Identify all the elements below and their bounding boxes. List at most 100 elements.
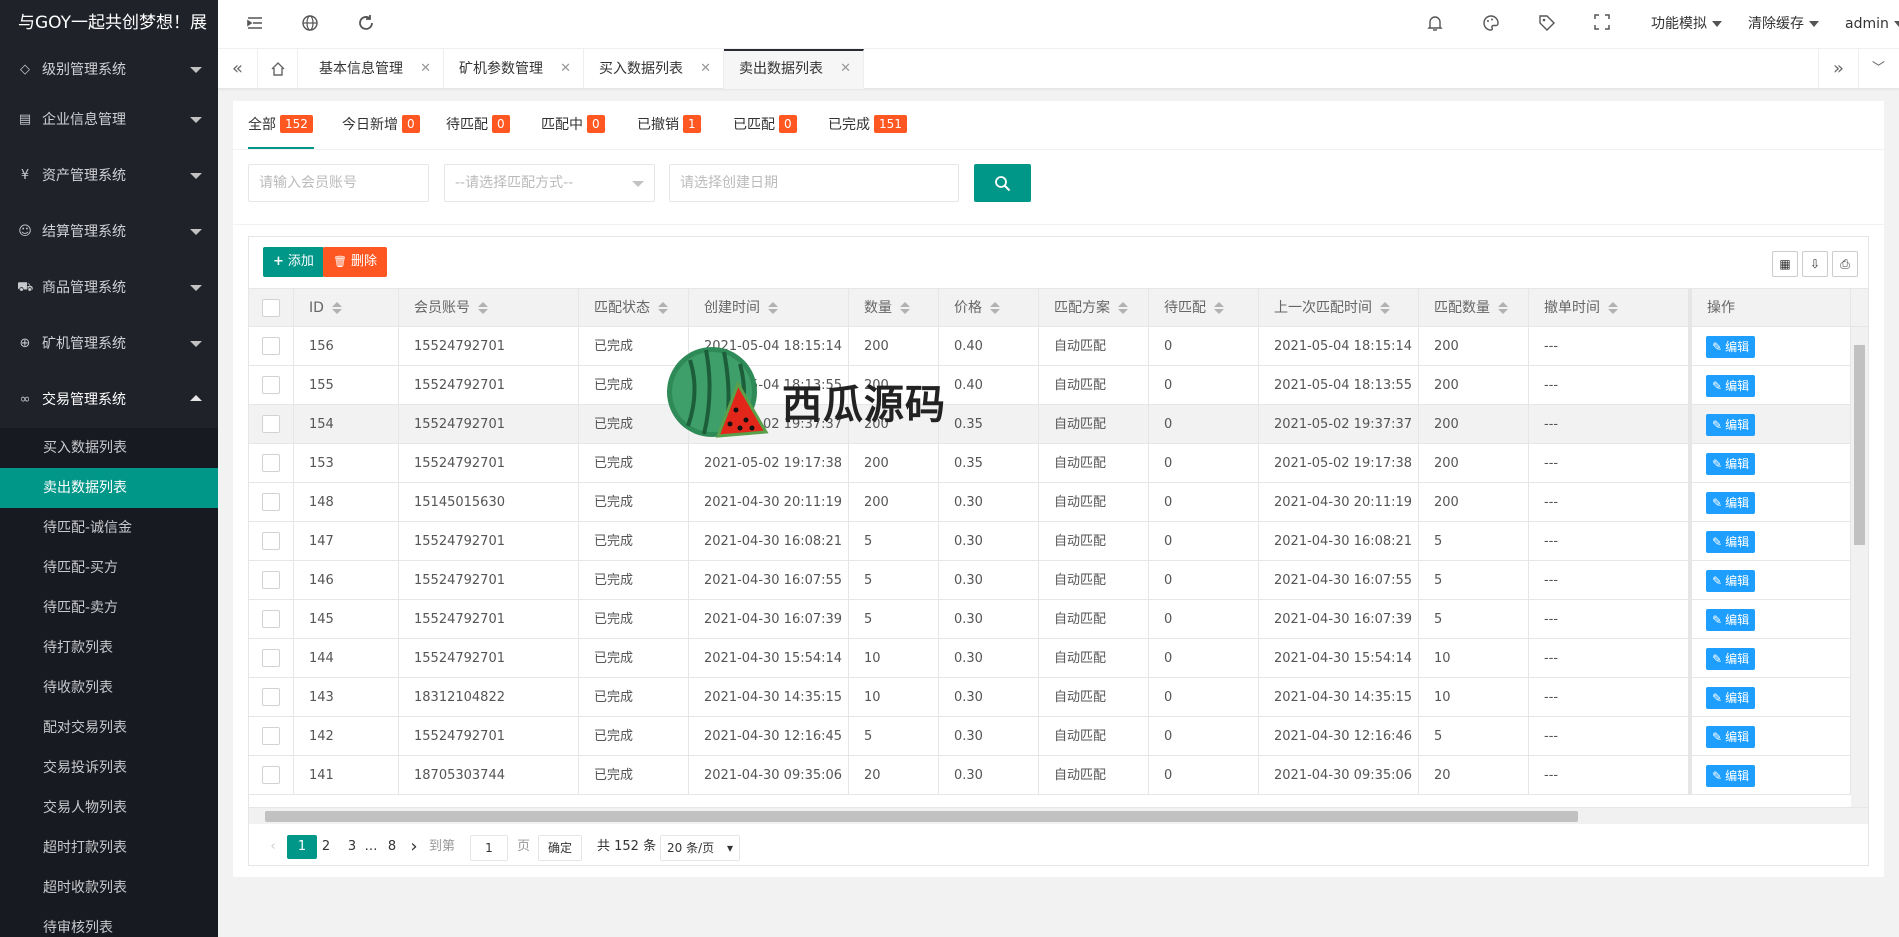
column-header[interactable]: 匹配数量 [1419, 289, 1529, 327]
table-row[interactable]: 148 15145015630 已完成 2021-04-30 20:11:19 200 0… [249, 483, 1868, 522]
edit-button[interactable]: ✎ 编辑 [1706, 765, 1756, 787]
edit-button[interactable]: ✎ 编辑 [1706, 570, 1756, 592]
sidebar-subitem[interactable]: 超时打款列表 [0, 828, 218, 868]
delete-button[interactable]: 🗑 删除 [323, 247, 387, 277]
search-button[interactable] [974, 164, 1031, 202]
sort-icon[interactable] [478, 302, 488, 314]
sidebar-subitem[interactable]: 待匹配-诚信金 [0, 508, 218, 548]
sort-icon[interactable] [1380, 302, 1390, 314]
page-size-select[interactable]: 20 条/页 ▾ [660, 835, 740, 861]
sidebar-subitem[interactable]: 卖出数据列表 [0, 468, 218, 508]
sidebar-subitem[interactable]: 超时收款列表 [0, 868, 218, 908]
column-header[interactable]: 操作 [1689, 289, 1851, 327]
sidebar-subitem[interactable]: 待收款列表 [0, 668, 218, 708]
row-checkbox[interactable] [262, 649, 280, 667]
select-all-checkbox[interactable] [262, 299, 280, 317]
row-checkbox[interactable] [262, 376, 280, 394]
sort-icon[interactable] [768, 302, 778, 314]
status-tab[interactable]: 全部 152 [248, 113, 314, 149]
tabs-scroll-left-icon[interactable]: « [218, 49, 258, 89]
fullscreen-icon[interactable] [1592, 14, 1612, 34]
page-tab[interactable]: 基本信息管理 ✕ [304, 49, 444, 89]
sidebar-menu-1[interactable]: ◇ 级别管理系统 [0, 48, 218, 92]
close-icon[interactable]: ✕ [700, 49, 711, 89]
row-checkbox[interactable] [262, 454, 280, 472]
sidebar-menu-5[interactable]: ⛟ 商品管理系统 [0, 260, 218, 316]
sidebar-subitem[interactable]: 买入数据列表 [0, 428, 218, 468]
table-row[interactable]: 153 15524792701 已完成 2021-05-02 19:17:38 200 0… [249, 444, 1868, 483]
export-icon[interactable]: ⇩ [1802, 251, 1828, 277]
column-header[interactable]: 匹配方案 [1039, 289, 1149, 327]
sidebar-subitem[interactable]: 配对交易列表 [0, 708, 218, 748]
row-checkbox[interactable] [262, 688, 280, 706]
edit-button[interactable]: ✎ 编辑 [1706, 336, 1756, 358]
print-icon[interactable]: ⎙ [1832, 251, 1858, 277]
edit-button[interactable]: ✎ 编辑 [1706, 492, 1756, 514]
edit-button[interactable]: ✎ 编辑 [1706, 687, 1756, 709]
table-row[interactable]: 154 15524792701 已完成 2021-05-02 19:37:37 200 0… [249, 405, 1868, 444]
vertical-scroll-thumb[interactable] [1854, 345, 1865, 545]
edit-button[interactable]: ✎ 编辑 [1706, 609, 1756, 631]
sort-icon[interactable] [1118, 302, 1128, 314]
sort-icon[interactable] [990, 302, 1000, 314]
row-checkbox[interactable] [262, 727, 280, 745]
close-icon[interactable]: ✕ [840, 51, 851, 87]
add-button[interactable]: + 添加 [263, 247, 324, 277]
column-header[interactable]: 价格 [939, 289, 1039, 327]
column-header[interactable]: 数量 [849, 289, 939, 327]
column-header[interactable]: 创建时间 [689, 289, 849, 327]
column-header[interactable]: 待匹配 [1149, 289, 1259, 327]
row-checkbox[interactable] [262, 337, 280, 355]
status-tab[interactable]: 已撤销 1 [637, 113, 701, 149]
column-header[interactable]: ID [294, 289, 399, 327]
edit-button[interactable]: ✎ 编辑 [1706, 531, 1756, 553]
home-tab[interactable] [258, 49, 298, 89]
sort-icon[interactable] [900, 302, 910, 314]
horizontal-scroll-thumb[interactable] [265, 811, 1578, 822]
table-row[interactable]: 155 15524792701 已完成 2021-05-04 18:13:55 200 0… [249, 366, 1868, 405]
menu-collapse-icon[interactable] [245, 14, 265, 34]
page-tab[interactable]: 买入数据列表 ✕ [584, 49, 724, 89]
status-tab[interactable]: 今日新增 0 [342, 113, 420, 149]
page-confirm-button[interactable]: 确定 [538, 835, 582, 861]
status-tab[interactable]: 已匹配 0 [733, 113, 797, 149]
sidebar-menu-7[interactable]: ∞ 交易管理系统 [0, 372, 218, 428]
row-checkbox[interactable] [262, 532, 280, 550]
tag-icon[interactable] [1537, 14, 1557, 34]
sidebar-subitem[interactable]: 待匹配-卖方 [0, 588, 218, 628]
status-tab[interactable]: 待匹配 0 [446, 113, 510, 149]
column-header[interactable]: 上一次匹配时间 [1259, 289, 1419, 327]
table-row[interactable]: 156 15524792701 已完成 2021-05-04 18:15:14 200 0… [249, 327, 1868, 366]
sort-icon[interactable] [1608, 302, 1618, 314]
row-checkbox[interactable] [262, 610, 280, 628]
table-row[interactable]: 146 15524792701 已完成 2021-04-30 16:07:55 5 0.3… [249, 561, 1868, 600]
account-search-input[interactable]: 请输入会员账号 [248, 164, 429, 202]
edit-button[interactable]: ✎ 编辑 [1706, 648, 1756, 670]
theme-icon[interactable] [1481, 14, 1501, 34]
page-tab[interactable]: 卖出数据列表 ✕ [724, 49, 864, 89]
sidebar-subitem[interactable]: 交易投诉列表 [0, 748, 218, 788]
table-row[interactable]: 142 15524792701 已完成 2021-04-30 12:16:45 5 0.3… [249, 717, 1868, 756]
close-icon[interactable]: ✕ [420, 49, 431, 89]
row-checkbox[interactable] [262, 493, 280, 511]
sidebar-menu-6[interactable]: ⊕ 矿机管理系统 [0, 316, 218, 372]
edit-button[interactable]: ✎ 编辑 [1706, 726, 1756, 748]
vertical-scrollbar[interactable] [1851, 327, 1868, 807]
refresh-icon[interactable] [356, 14, 376, 34]
column-header[interactable]: 撤单时间 [1529, 289, 1689, 327]
table-row[interactable]: 144 15524792701 已完成 2021-04-30 15:54:14 10 0.… [249, 639, 1868, 678]
edit-button[interactable]: ✎ 编辑 [1706, 414, 1756, 436]
website-icon[interactable] [300, 14, 320, 34]
sort-icon[interactable] [658, 302, 668, 314]
page-tab[interactable]: 矿机参数管理 ✕ [444, 49, 584, 89]
sort-icon[interactable] [1214, 302, 1224, 314]
horizontal-scrollbar[interactable] [249, 807, 1868, 824]
sidebar-menu-3[interactable]: ¥ 资产管理系统 [0, 148, 218, 204]
table-row[interactable]: 147 15524792701 已完成 2021-04-30 16:08:21 5 0.3… [249, 522, 1868, 561]
edit-button[interactable]: ✎ 编辑 [1706, 375, 1756, 397]
sidebar-subitem[interactable]: 待打款列表 [0, 628, 218, 668]
tabs-scroll-right-icon[interactable]: » [1818, 49, 1858, 89]
prev-page-icon[interactable]: ‹ [263, 835, 283, 859]
table-row[interactable]: 145 15524792701 已完成 2021-04-30 16:07:39 5 0.3… [249, 600, 1868, 639]
column-header[interactable]: 会员账号 [399, 289, 579, 327]
